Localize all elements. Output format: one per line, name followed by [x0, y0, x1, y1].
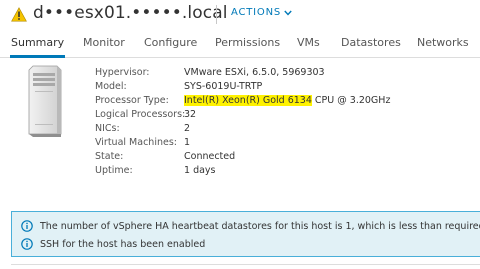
property-value: Intel(R) Xeon(R) Gold 6134 CPU @ 3.20GHz: [184, 94, 390, 108]
alert-text: The number of vSphere HA heartbeat datas…: [40, 220, 480, 232]
alert-text: SSH for the host has been enabled: [40, 238, 206, 250]
property-label: Model:: [95, 81, 127, 92]
alert-item: The number of vSphere HA heartbeat datas…: [12, 217, 480, 235]
property-value: 2: [184, 123, 191, 134]
property-label: Logical Processors:: [95, 109, 186, 120]
host-name-title: d•••esx01.•••••.local: [33, 3, 228, 23]
property-value: 32: [184, 109, 197, 120]
host-server-icon: [28, 65, 62, 137]
highlighted-processor-name: Intel(R) Xeon(R) Gold 6134: [184, 95, 312, 106]
info-icon: [21, 220, 33, 232]
processor-speed: CPU @ 3.20GHz: [311, 95, 391, 106]
property-value: Connected: [184, 151, 236, 162]
property-label: State:: [95, 151, 124, 162]
property-label: NICs:: [95, 123, 120, 134]
alert-item: SSH for the host has been enabled: [12, 235, 205, 253]
tab-permissions[interactable]: Permissions: [215, 36, 280, 49]
actions-label: ACTIONS: [231, 7, 282, 18]
warning-icon: [11, 7, 27, 22]
property-value: VMware ESXi, 6.5.0, 5969303: [184, 67, 325, 78]
info-alert-panel: The number of vSphere HA heartbeat datas…: [11, 211, 480, 257]
tab-bar: Summary Monitor Configure Permissions VM…: [0, 30, 480, 58]
title-divider: [216, 5, 217, 24]
info-icon: [21, 238, 33, 250]
active-tab-indicator: [10, 55, 65, 58]
object-header: d•••esx01.•••••.local ACTIONS: [0, 0, 480, 30]
tab-monitor[interactable]: Monitor: [83, 36, 125, 49]
property-label: Uptime:: [95, 165, 133, 176]
tab-summary[interactable]: Summary: [11, 36, 64, 49]
tab-vms[interactable]: VMs: [297, 36, 320, 49]
actions-menu-button[interactable]: ACTIONS: [231, 7, 292, 18]
tab-networks[interactable]: Networks: [417, 36, 469, 49]
panel-divider: [11, 264, 480, 265]
property-value: 1: [184, 137, 191, 148]
tab-datastores[interactable]: Datastores: [341, 36, 401, 49]
chevron-down-icon: [284, 10, 292, 16]
property-label: Hypervisor:: [95, 67, 150, 78]
property-value: SYS-6019U-TRTP: [184, 81, 263, 92]
tab-configure[interactable]: Configure: [144, 36, 197, 49]
property-label: Processor Type:: [95, 95, 169, 106]
property-value: 1 days: [184, 165, 216, 176]
property-label: Virtual Machines:: [95, 137, 177, 148]
